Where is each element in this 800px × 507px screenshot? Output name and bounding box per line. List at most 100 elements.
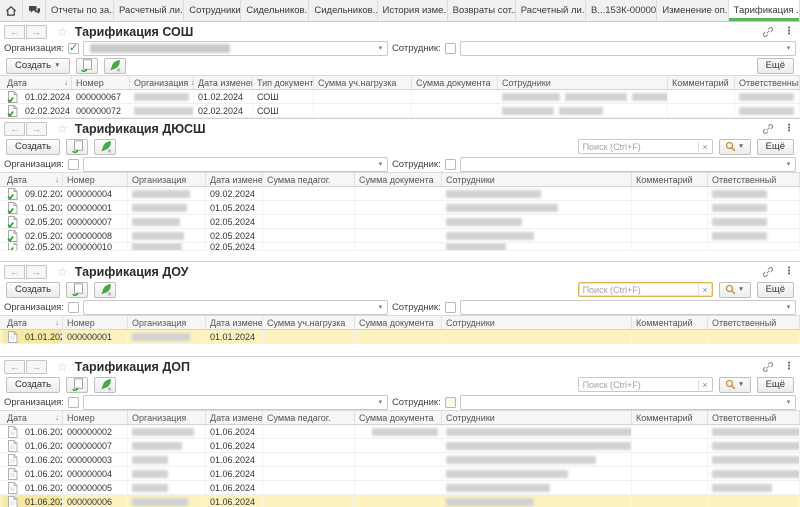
- table-row[interactable]: 02.02.202400000007202.02.2024СОШ: [0, 104, 800, 118]
- search-input[interactable]: Поиск (Ctrl+F) ×: [578, 139, 713, 154]
- emp-filter-checkbox[interactable]: [445, 302, 456, 313]
- table-row[interactable]: 01.06.202...00000000601.06.2024: [0, 495, 800, 507]
- emp-filter-input[interactable]: ▾: [460, 41, 796, 56]
- column-header[interactable]: Ответственный: [708, 316, 800, 329]
- post-document-button[interactable]: [94, 282, 116, 298]
- column-header[interactable]: Комментарий: [632, 173, 708, 186]
- column-header[interactable]: Дата↓: [3, 316, 63, 329]
- column-header[interactable]: Сумма педагог.: [263, 411, 355, 424]
- column-header[interactable]: Сумма уч.нагрузка: [263, 316, 355, 329]
- tab[interactable]: В...153К-000001×: [586, 0, 657, 21]
- org-filter-input[interactable]: ▾: [83, 41, 388, 56]
- tab[interactable]: Сидельников...×: [241, 0, 309, 21]
- table-row[interactable]: 02.05.202...00000001002.05.2024: [0, 243, 800, 251]
- get-link-icon[interactable]: [762, 361, 774, 373]
- get-link-icon[interactable]: [762, 123, 774, 135]
- column-header[interactable]: Дата изменения: [206, 411, 263, 424]
- column-header[interactable]: Ответственный: [735, 76, 800, 89]
- emp-filter-checkbox[interactable]: [445, 397, 456, 408]
- get-link-icon[interactable]: [762, 26, 774, 38]
- more-menu-icon[interactable]: ⋮: [784, 26, 794, 37]
- create-button[interactable]: Создать ▼: [6, 58, 70, 74]
- tab[interactable]: Возвраты сот...×: [448, 0, 516, 21]
- column-header[interactable]: Номер: [63, 316, 128, 329]
- column-header[interactable]: Сумма документа: [412, 76, 498, 89]
- tab[interactable]: Сидельников...×: [309, 0, 377, 21]
- table-row[interactable]: 01.01.202...00000000101.01.2024: [0, 330, 800, 344]
- column-header[interactable]: Сотрудники: [442, 173, 632, 186]
- favorite-star-icon[interactable]: ☆: [57, 360, 68, 374]
- home-button[interactable]: [0, 0, 23, 21]
- org-filter-input[interactable]: ▾: [83, 300, 388, 315]
- forward-button[interactable]: →: [26, 265, 47, 279]
- tab[interactable]: Расчетный ли...×: [516, 0, 586, 21]
- copy-document-button[interactable]: [66, 377, 88, 393]
- org-filter-checkbox[interactable]: [68, 302, 79, 313]
- more-button[interactable]: Ещё: [757, 139, 794, 155]
- column-header[interactable]: Ответственный: [708, 411, 800, 424]
- emp-filter-input[interactable]: ▾: [460, 300, 796, 315]
- create-button[interactable]: Создать: [6, 377, 60, 393]
- search-input[interactable]: Поиск (Ctrl+F) ×: [578, 377, 713, 392]
- column-header[interactable]: Номер: [63, 411, 128, 424]
- more-button[interactable]: Ещё: [757, 282, 794, 298]
- create-button[interactable]: Создать: [6, 139, 60, 155]
- column-header[interactable]: Дата↓: [3, 173, 63, 186]
- favorite-star-icon[interactable]: ☆: [57, 265, 68, 279]
- column-header[interactable]: Сумма педагог.: [263, 173, 355, 186]
- search-button[interactable]: ▼: [719, 377, 751, 393]
- dropdown-arrow-icon[interactable]: ▾: [374, 398, 387, 406]
- column-header[interactable]: Комментарий: [632, 411, 708, 424]
- table-row[interactable]: 01.06.202...00000000701.06.2024: [0, 439, 800, 453]
- column-header[interactable]: Организация↓: [130, 76, 194, 89]
- column-header[interactable]: Дата↓: [3, 411, 63, 424]
- column-header[interactable]: Дата изменения: [206, 316, 263, 329]
- emp-filter-input[interactable]: ▾: [460, 157, 796, 172]
- more-menu-icon[interactable]: ⋮: [784, 361, 794, 372]
- clear-search-icon[interactable]: ×: [698, 142, 712, 152]
- table-row[interactable]: 01.06.202...00000000201.06.2024: [0, 425, 800, 439]
- post-document-button[interactable]: [94, 377, 116, 393]
- copy-document-button[interactable]: [66, 282, 88, 298]
- favorite-star-icon[interactable]: ☆: [57, 25, 68, 39]
- column-header[interactable]: Дата изменения: [206, 173, 263, 186]
- table-row[interactable]: 01.06.202...00000000401.06.2024: [0, 467, 800, 481]
- column-header[interactable]: Комментарий: [668, 76, 735, 89]
- column-header[interactable]: Тип документа: [253, 76, 314, 89]
- org-filter-input[interactable]: ▾: [83, 395, 388, 410]
- column-header[interactable]: Сотрудники: [498, 76, 668, 89]
- forward-button[interactable]: →: [26, 360, 47, 374]
- column-header[interactable]: Ответственный: [708, 173, 800, 186]
- dropdown-arrow-icon[interactable]: ▾: [782, 44, 795, 52]
- tab[interactable]: История изме...×: [378, 0, 448, 21]
- table-row[interactable]: 01.05.202...00000000101.05.2024: [0, 201, 800, 215]
- back-button[interactable]: ←: [4, 360, 25, 374]
- favorite-star-icon[interactable]: ☆: [57, 122, 68, 136]
- table-row[interactable]: 09.02.202...00000000409.02.2024: [0, 187, 800, 201]
- forward-button[interactable]: →: [26, 122, 47, 136]
- get-link-icon[interactable]: [762, 266, 774, 278]
- search-button[interactable]: ▼: [719, 282, 751, 298]
- clear-search-icon[interactable]: ×: [698, 285, 712, 295]
- table-row[interactable]: 02.05.202...00000000802.05.2024: [0, 229, 800, 243]
- column-header[interactable]: Дата изменения: [194, 76, 253, 89]
- dropdown-arrow-icon[interactable]: ▾: [782, 160, 795, 168]
- post-document-button[interactable]: [104, 58, 126, 74]
- tab[interactable]: Отчеты по за...×: [46, 0, 114, 21]
- column-header[interactable]: Комментарий: [632, 316, 708, 329]
- column-header[interactable]: Сотрудники: [442, 411, 632, 424]
- column-header[interactable]: Сумма документа: [355, 173, 442, 186]
- back-button[interactable]: ←: [4, 25, 25, 39]
- column-header[interactable]: Организация: [128, 411, 206, 424]
- column-header[interactable]: Сумма уч.нагрузка: [314, 76, 412, 89]
- tab[interactable]: Тарификация ...×: [729, 0, 800, 21]
- column-header[interactable]: Сотрудники: [442, 316, 632, 329]
- search-button[interactable]: ▼: [719, 139, 751, 155]
- more-button[interactable]: Ещё: [757, 58, 794, 74]
- more-menu-icon[interactable]: ⋮: [784, 266, 794, 277]
- tab[interactable]: Сотрудники×: [184, 0, 241, 21]
- column-header[interactable]: Организация: [128, 316, 206, 329]
- clear-search-icon[interactable]: ×: [698, 380, 712, 390]
- column-header[interactable]: Номер: [63, 173, 128, 186]
- emp-filter-input[interactable]: ▾: [460, 395, 796, 410]
